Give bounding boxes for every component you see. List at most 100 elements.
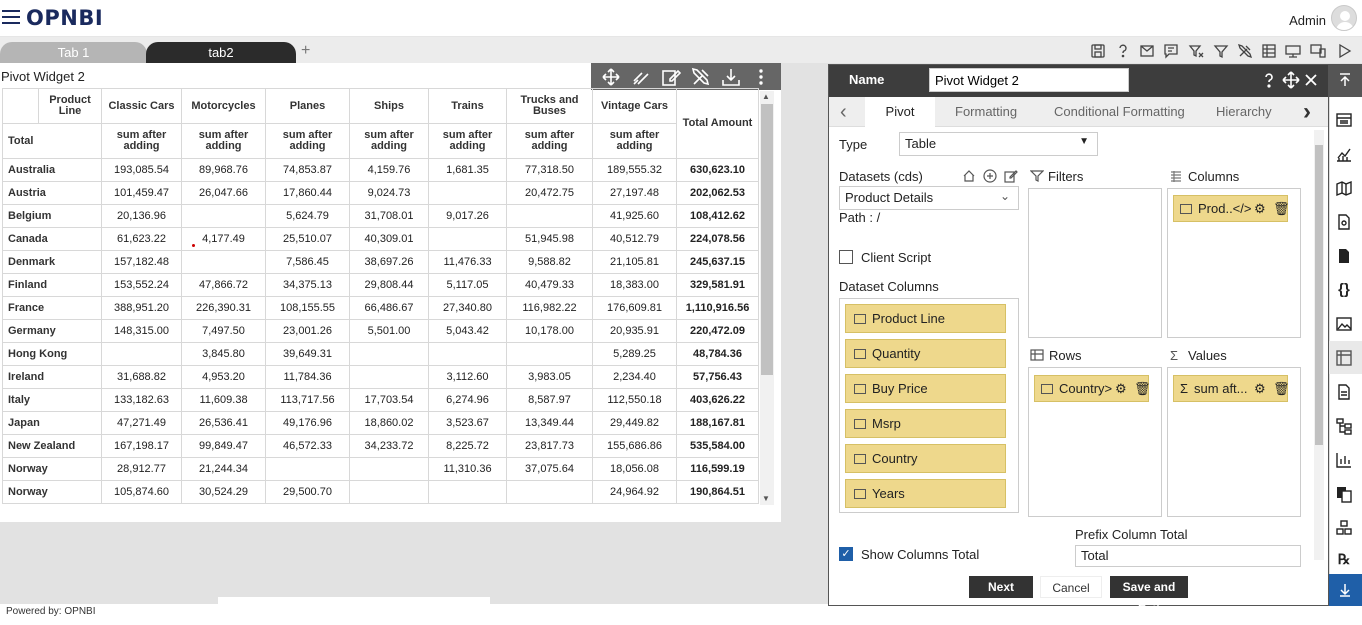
- row-label[interactable]: New Zealand: [2, 434, 102, 458]
- filter-icon[interactable]: [1213, 43, 1229, 59]
- prescription-icon[interactable]: ℞: [1335, 551, 1353, 569]
- devices-icon[interactable]: [1310, 43, 1326, 59]
- move-icon[interactable]: [601, 67, 621, 87]
- home-icon[interactable]: [962, 169, 976, 183]
- column-header[interactable]: Ships: [349, 88, 429, 124]
- dataset-column-chip[interactable]: Msrp: [845, 409, 1006, 438]
- scroll-down-button[interactable]: [1329, 574, 1362, 606]
- column-header[interactable]: Trains: [428, 88, 507, 124]
- dataset-column-chip[interactable]: Country: [845, 444, 1006, 473]
- display-icon[interactable]: [1285, 43, 1301, 59]
- comment-icon[interactable]: [1163, 43, 1179, 59]
- client-script-checkbox[interactable]: [839, 250, 853, 264]
- help-icon[interactable]: [1115, 43, 1131, 59]
- dataset-column-chip[interactable]: Quantity: [845, 339, 1006, 368]
- link-icon[interactable]: [631, 67, 651, 87]
- table-icon[interactable]: [1261, 43, 1277, 59]
- clear-filter-icon[interactable]: [1188, 43, 1204, 59]
- save-icon[interactable]: [1090, 43, 1106, 59]
- prefix-column-total-input[interactable]: Total: [1075, 545, 1301, 567]
- rows-chip[interactable]: Country> ⚙ 🗑: [1034, 375, 1151, 402]
- menu-icon[interactable]: [2, 10, 20, 26]
- show-columns-total-checkbox[interactable]: ✓: [839, 547, 853, 561]
- row-label[interactable]: Australia: [2, 158, 102, 182]
- move-icon[interactable]: [1282, 71, 1300, 89]
- add-icon[interactable]: [983, 169, 997, 183]
- copy-icon[interactable]: [1335, 485, 1353, 503]
- tab-formatting[interactable]: Formatting: [955, 104, 1017, 119]
- columns-chip[interactable]: Prod..</> ⚙ 🗑: [1173, 195, 1290, 222]
- document-icon[interactable]: [1335, 213, 1353, 231]
- more-vertical-icon[interactable]: [751, 67, 771, 87]
- chevron-right-icon[interactable]: ›: [1303, 98, 1311, 126]
- trash-icon[interactable]: 🗑: [1273, 196, 1290, 221]
- tab-hierarchy[interactable]: Hierarchy: [1216, 104, 1272, 119]
- collapse-top-button[interactable]: [1329, 64, 1362, 97]
- column-header[interactable]: Planes: [265, 88, 350, 124]
- row-label[interactable]: Finland: [2, 273, 102, 297]
- tab-1[interactable]: Tab 1: [0, 42, 147, 63]
- save-and-exit-button[interactable]: Save and Exit: [1110, 576, 1188, 616]
- row-label[interactable]: Belgium: [2, 204, 102, 228]
- mail-icon[interactable]: [1139, 43, 1155, 59]
- row-label[interactable]: Hong Kong: [2, 342, 102, 366]
- help-icon[interactable]: [1260, 71, 1278, 89]
- pivot-table-icon[interactable]: [1335, 349, 1353, 367]
- column-header[interactable]: Motorcycles: [181, 88, 266, 124]
- gear-icon[interactable]: ⚙: [1254, 196, 1266, 221]
- row-label[interactable]: Ireland: [2, 365, 102, 389]
- edit-icon[interactable]: [1004, 169, 1018, 183]
- tools-icon[interactable]: [1237, 43, 1253, 59]
- map-icon[interactable]: [1335, 179, 1353, 197]
- row-label[interactable]: Norway: [2, 457, 102, 481]
- close-icon[interactable]: [1302, 71, 1320, 89]
- type-select[interactable]: Table ▼: [899, 132, 1098, 156]
- file-icon[interactable]: [1335, 247, 1353, 265]
- report-icon[interactable]: [1335, 383, 1353, 401]
- values-chip[interactable]: Σsum aft... ⚙ 🗑: [1173, 375, 1290, 402]
- tab-pivot[interactable]: Pivot: [865, 97, 935, 127]
- bar-chart-icon[interactable]: [1335, 451, 1353, 469]
- horizontal-scrollbar[interactable]: [218, 597, 490, 604]
- scroll-down-icon[interactable]: ▼: [762, 494, 770, 503]
- dataset-select[interactable]: Product Details ⌄: [839, 186, 1019, 210]
- trash-icon[interactable]: 🗑: [1273, 376, 1290, 401]
- column-header[interactable]: Trucks and Buses: [506, 88, 593, 124]
- filters-dropzone[interactable]: [1028, 188, 1162, 338]
- dataset-column-chip[interactable]: Product Line: [845, 304, 1006, 333]
- name-input[interactable]: [929, 68, 1129, 92]
- tools-icon[interactable]: [691, 67, 711, 87]
- next-button[interactable]: Next: [969, 576, 1033, 598]
- gear-icon[interactable]: ⚙: [1115, 376, 1127, 401]
- avatar[interactable]: [1331, 5, 1357, 31]
- cancel-button[interactable]: Cancel: [1040, 576, 1102, 598]
- widget-icon[interactable]: [1335, 111, 1353, 129]
- hierarchy-icon[interactable]: [1335, 417, 1353, 435]
- edit-icon[interactable]: [661, 67, 682, 87]
- scroll-up-icon[interactable]: ▲: [762, 92, 770, 101]
- dataset-column-chip[interactable]: Years: [845, 479, 1006, 508]
- trash-icon[interactable]: 🗑: [1134, 376, 1151, 401]
- add-tab-button[interactable]: +: [301, 42, 310, 60]
- tab-conditional-formatting[interactable]: Conditional Formatting: [1054, 104, 1185, 119]
- dataset-column-chip[interactable]: Buy Price: [845, 374, 1006, 403]
- row-label[interactable]: France: [2, 296, 102, 320]
- tab-2[interactable]: tab2: [146, 42, 296, 63]
- row-label[interactable]: Germany: [2, 319, 102, 343]
- code-icon[interactable]: {}: [1335, 281, 1353, 299]
- line-chart-icon[interactable]: [1335, 145, 1353, 163]
- cubes-icon[interactable]: [1335, 519, 1353, 537]
- column-header[interactable]: Vintage Cars: [592, 88, 677, 124]
- panel-scroll-thumb[interactable]: [1315, 145, 1323, 445]
- download-icon[interactable]: [721, 67, 741, 87]
- row-label[interactable]: Austria: [2, 181, 102, 205]
- chevron-left-icon[interactable]: ‹: [840, 101, 847, 124]
- row-label[interactable]: Denmark: [2, 250, 102, 274]
- row-label[interactable]: Italy: [2, 388, 102, 412]
- row-label[interactable]: Japan: [2, 411, 102, 435]
- row-label[interactable]: Canada: [2, 227, 102, 251]
- row-label[interactable]: Norway: [2, 480, 102, 504]
- table-scroll-thumb[interactable]: [761, 104, 773, 375]
- gear-icon[interactable]: ⚙: [1254, 376, 1266, 401]
- image-icon[interactable]: [1335, 315, 1353, 333]
